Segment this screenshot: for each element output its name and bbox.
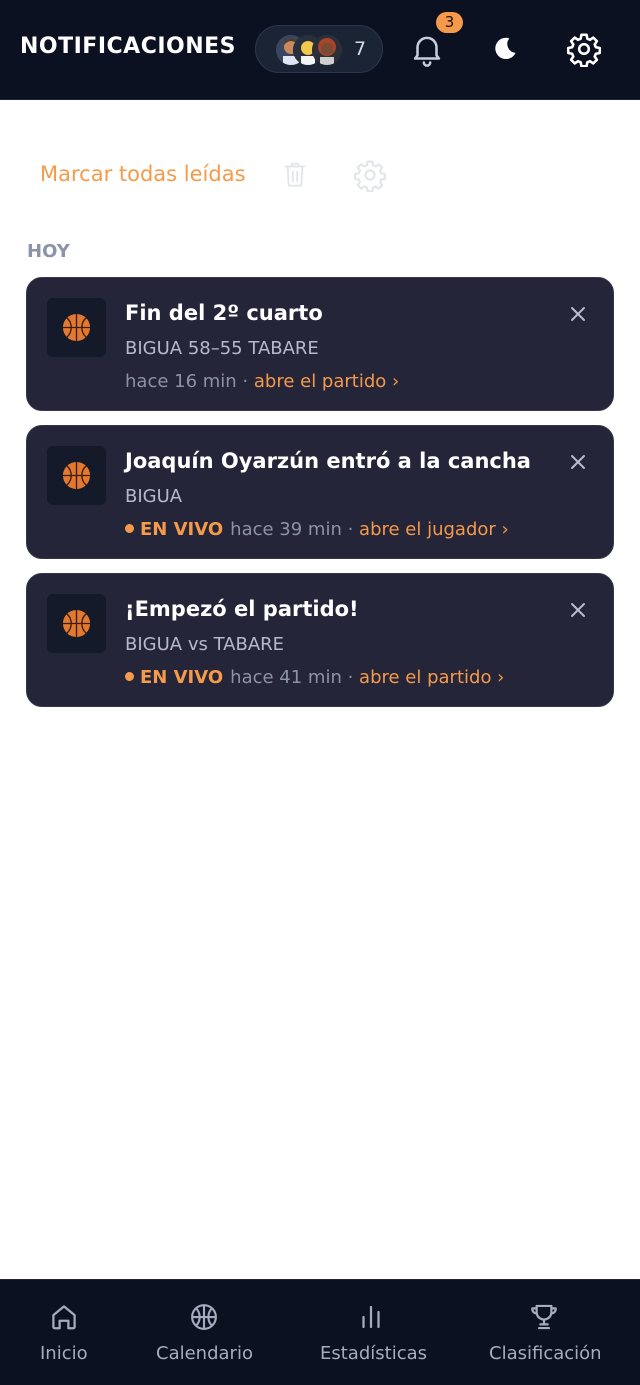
notifications-bell-button[interactable] [408, 30, 446, 68]
notification-settings-button[interactable] [353, 158, 387, 193]
dismiss-notification-button[interactable] [569, 601, 587, 619]
basketball-icon [62, 609, 91, 638]
basketball-icon [62, 313, 91, 342]
home-icon [52, 1305, 76, 1330]
nav-item-estadisticas[interactable]: Estadísticas [316, 1280, 428, 1385]
top-app-bar: NOTIFICACIONES 7 3 [0, 0, 640, 100]
bar-chart-icon [362, 1305, 380, 1329]
dismiss-notification-button[interactable] [569, 453, 587, 471]
gear-icon [566, 33, 602, 68]
notification-time: hace 39 min [230, 519, 342, 540]
avatar [312, 35, 342, 65]
notification-meta: EN VIVO hace 41 min · abre el partido › [125, 667, 504, 688]
live-badge: EN VIVO [140, 667, 224, 688]
open-match-link[interactable]: abre el partido › [359, 667, 504, 688]
notification-title: Joaquín Oyarzún entró a la cancha [125, 449, 531, 473]
settings-button[interactable] [566, 31, 602, 68]
section-label-today: HOY [27, 241, 70, 262]
nav-item-clasificacion[interactable]: Clasificación [485, 1280, 605, 1385]
delete-all-button[interactable] [282, 160, 308, 190]
live-dot-icon [125, 523, 134, 533]
notification-card[interactable]: Joaquín Oyarzún entró a la cancha BIGUA … [26, 425, 614, 559]
meta-separator: · [341, 519, 360, 540]
notification-subtitle: BIGUA 58–55 TABARE [125, 338, 319, 359]
nav-item-inicio[interactable]: Inicio [36, 1280, 96, 1385]
notification-count-badge: 3 [436, 12, 463, 33]
nav-item-calendario[interactable]: Calendario [152, 1280, 262, 1385]
followers-avatars-button[interactable]: 7 [255, 25, 383, 73]
meta-separator: · [341, 667, 360, 688]
nav-item-label: Calendario [156, 1343, 253, 1364]
notification-icon-box [47, 594, 106, 653]
dismiss-notification-button[interactable] [569, 305, 587, 323]
live-dot-icon [125, 671, 134, 681]
notification-subtitle: BIGUA vs TABARE [125, 634, 285, 655]
nav-item-label: Inicio [40, 1343, 88, 1364]
nav-item-label: Clasificación [489, 1343, 602, 1364]
notification-card[interactable]: Fin del 2º cuarto BIGUA 58–55 TABARE hac… [26, 277, 614, 411]
open-match-link[interactable]: abre el partido › [254, 371, 399, 392]
notification-title: ¡Empezó el partido! [125, 597, 359, 621]
gear-icon [354, 160, 386, 193]
open-player-link[interactable]: abre el jugador › [359, 519, 509, 540]
meta-separator: · [236, 371, 254, 392]
basketball-icon [62, 461, 91, 490]
close-icon [571, 455, 585, 469]
close-icon [571, 307, 585, 321]
trophy-icon [531, 1304, 557, 1330]
notification-icon-box [47, 446, 106, 505]
notification-icon-box [47, 298, 106, 357]
bell-icon [413, 36, 441, 67]
notification-meta: EN VIVO hace 39 min · abre el jugador › [125, 519, 509, 540]
live-badge: EN VIVO [140, 519, 224, 540]
notification-time: hace 41 min [230, 667, 342, 688]
notification-card[interactable]: ¡Empezó el partido! BIGUA vs TABARE EN V… [26, 573, 614, 707]
mark-all-read-button[interactable]: Marcar todas leídas [40, 162, 246, 186]
nav-item-label: Estadísticas [320, 1343, 428, 1364]
notification-meta: hace 16 min · abre el partido › [125, 371, 399, 392]
bottom-navigation: Inicio Calendario Estadísticas Clasifica… [0, 1279, 640, 1385]
page-title: NOTIFICACIONES [20, 34, 237, 59]
notification-subtitle: BIGUA [125, 486, 183, 507]
close-icon [571, 603, 585, 617]
followers-count: 7 [354, 38, 367, 60]
moon-icon [495, 37, 516, 60]
trash-icon [284, 162, 306, 187]
notification-title: Fin del 2º cuarto [125, 301, 323, 325]
dark-mode-toggle[interactable] [490, 34, 520, 64]
notification-time: hace 16 min [125, 371, 237, 392]
basketball-outline-icon [191, 1304, 217, 1330]
